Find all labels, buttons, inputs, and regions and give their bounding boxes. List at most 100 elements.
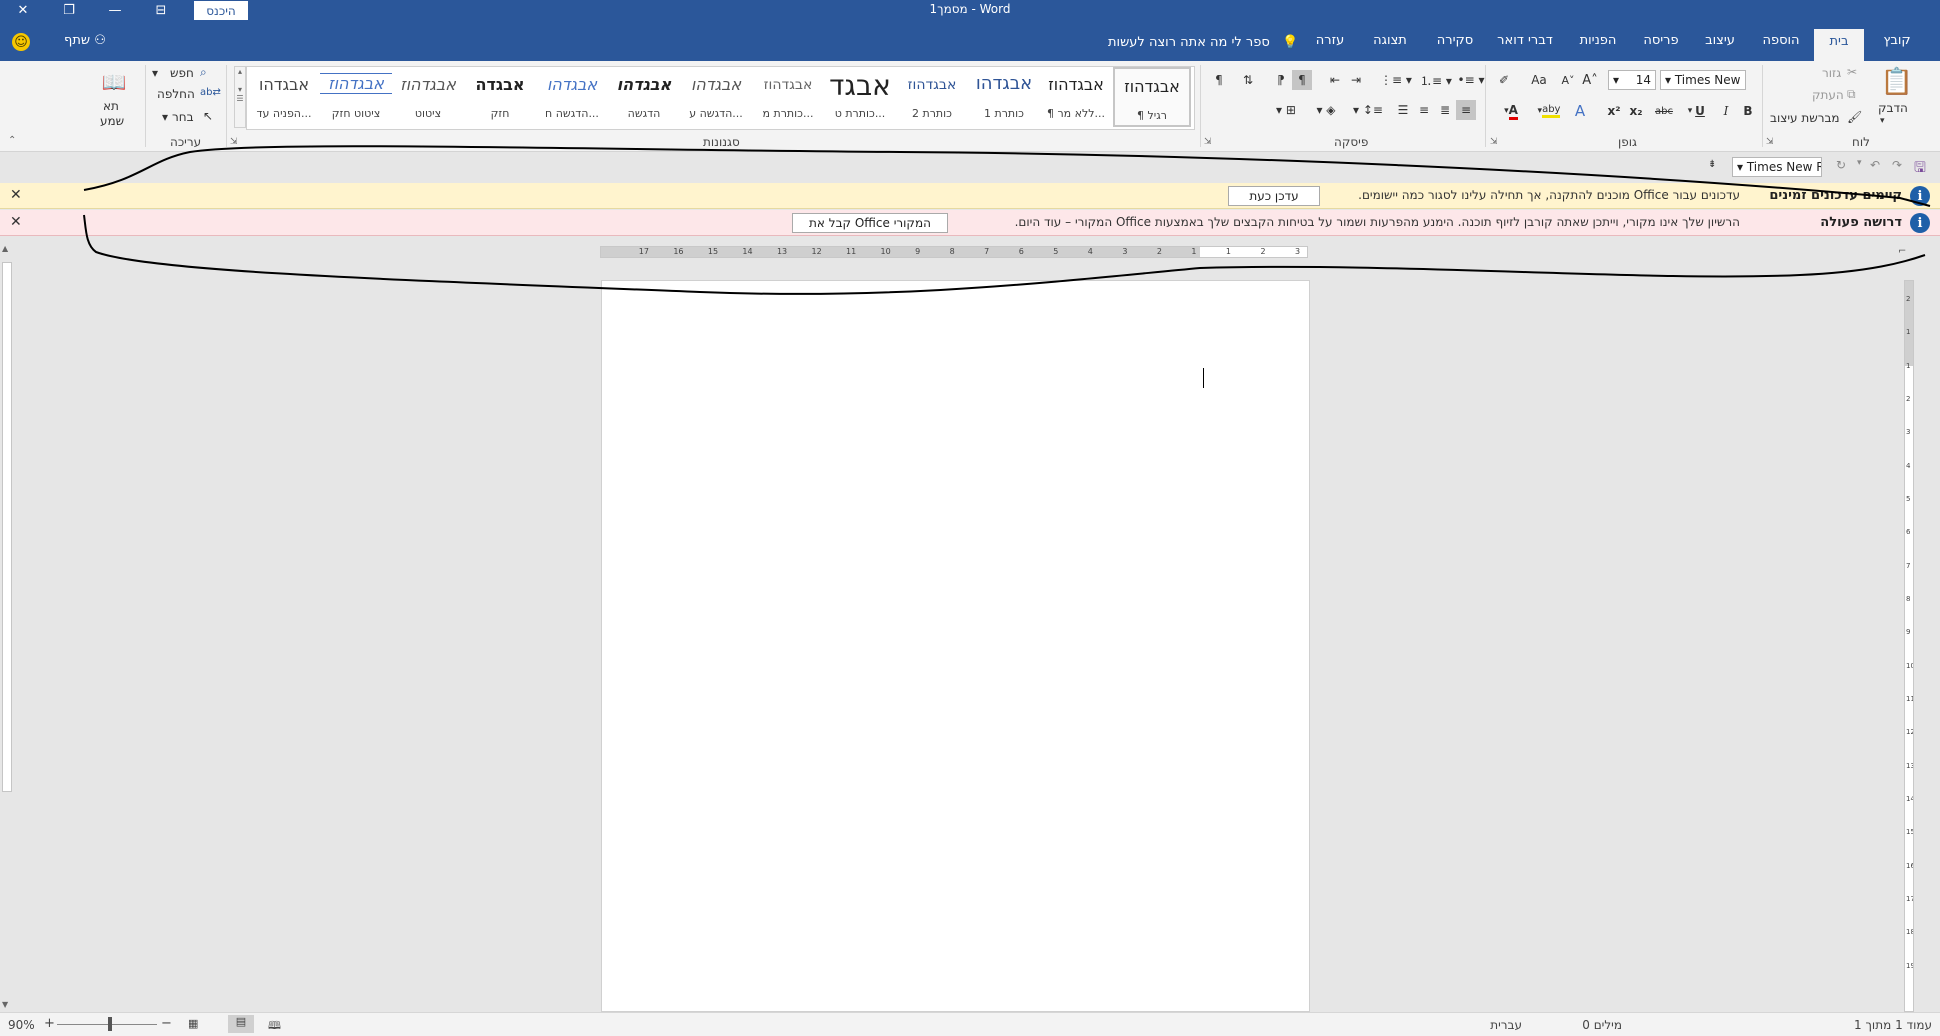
tab-home[interactable]: בית (1814, 29, 1864, 61)
style-intense-emphasis[interactable]: אבגדהו הדגשה ח... (536, 67, 608, 127)
qat-font-dropdown-icon[interactable]: ▾ (1737, 160, 1747, 174)
close-icon[interactable]: ✕ (10, 187, 22, 203)
vertical-scrollbar-left[interactable]: ▲ ▼ (0, 242, 16, 1012)
print-layout-icon[interactable]: ▤ (228, 1015, 254, 1033)
replace-button[interactable]: החלפה (157, 87, 195, 101)
scroll-up-icon[interactable]: ▲ (2, 244, 8, 253)
font-size-dropdown-icon[interactable]: ▾ (1613, 73, 1619, 87)
zoom-level[interactable]: 90% (8, 1018, 35, 1032)
redo-icon[interactable]: ↷ (1892, 158, 1902, 172)
rtl-direction-icon[interactable]: ¶ (1292, 70, 1312, 90)
text-effects-button[interactable]: A (1570, 101, 1590, 121)
ltr-direction-icon[interactable]: ⁋ (1271, 70, 1291, 90)
align-left-icon[interactable]: ≡ (1414, 100, 1434, 120)
justify-icon[interactable]: ☰ (1393, 100, 1413, 120)
change-case-button[interactable]: Aa (1524, 70, 1554, 90)
style-normal[interactable]: אבגדהוז ¶ רגיל (1113, 67, 1191, 127)
font-name-dropdown-icon[interactable]: ▾ (1665, 73, 1675, 87)
shrink-font-button[interactable]: A˅ (1558, 70, 1578, 90)
subscript-button[interactable]: x₂ (1626, 101, 1646, 121)
web-layout-icon[interactable]: ▦ (188, 1017, 198, 1030)
feedback-smiley-icon[interactable]: ☺ (12, 33, 30, 51)
sort-icon[interactable]: ⇅ (1238, 70, 1258, 90)
tab-help[interactable]: עזרה (1308, 33, 1352, 61)
font-name-combo[interactable]: ▾ Times New R (1660, 70, 1746, 90)
undo-icon[interactable]: ↶ (1870, 158, 1880, 172)
paste-icon[interactable]: 📋 (1880, 65, 1914, 99)
italic-button[interactable]: I (1716, 101, 1736, 121)
grow-font-button[interactable]: A˄ (1580, 70, 1600, 90)
styles-gallery-scroll[interactable]: ▴ ▾ ☰ (234, 66, 246, 128)
get-genuine-office-button[interactable]: קבל את Office המקורי (792, 213, 948, 233)
paragraph-launcher-icon[interactable]: ⇲ (1204, 137, 1212, 147)
style-no-spacing[interactable]: אבגדהוז ¶ ללא מר... (1040, 67, 1112, 127)
font-size-combo[interactable]: ▾ 14 (1608, 70, 1656, 90)
select-button[interactable]: בחר (172, 110, 194, 124)
vertical-ruler[interactable]: 2112345678910111213141516171819 (1904, 280, 1914, 1012)
style-quote[interactable]: אבגדהוז ציטוט (392, 67, 464, 127)
tab-design[interactable]: עיצוב (1696, 33, 1744, 61)
find-button[interactable]: חפש (170, 66, 194, 80)
document-page[interactable] (601, 280, 1310, 1012)
clear-formatting-icon[interactable]: ✐ (1494, 70, 1514, 90)
tab-file[interactable]: קובץ (1872, 33, 1922, 61)
style-subtle-emphasis[interactable]: אבגדהו הדגשה ע... (680, 67, 752, 127)
zoom-slider-thumb[interactable] (108, 1017, 112, 1031)
borders-icon[interactable]: ▾ ⊞ (1268, 100, 1304, 120)
superscript-button[interactable]: x² (1604, 101, 1624, 121)
shading-icon[interactable]: ▾ ◈ (1308, 100, 1344, 120)
read-mode-icon[interactable]: 🕮 (268, 1017, 281, 1036)
multilevel-list-icon[interactable]: ⋮≡ ▾ (1378, 70, 1414, 90)
zoom-in-button[interactable]: + (44, 1016, 55, 1031)
collapse-ribbon-icon[interactable]: ⌃ (8, 135, 16, 146)
style-subtle-reference[interactable]: אבגדהו הפניה עד... (248, 67, 320, 127)
scrollbar-thumb[interactable] (2, 262, 12, 792)
bold-button[interactable]: B (1738, 101, 1758, 121)
tab-view[interactable]: תצוגה (1366, 33, 1414, 61)
tab-references[interactable]: הפניות (1572, 33, 1624, 61)
qat-customize-icon[interactable]: ⇟ (1708, 159, 1716, 170)
tab-mailings[interactable]: דברי דואר (1492, 33, 1558, 61)
style-heading-2[interactable]: אבגדהוז כותרת 2 (896, 67, 968, 127)
decrease-indent-icon[interactable]: ⇤ (1325, 70, 1345, 90)
style-emphasis[interactable]: אבגדהו הדגשה (608, 67, 680, 127)
horizontal-ruler[interactable]: 3 2 1 1 2 3 4 5 6 7 8 9 10 11 12 13 14 15 16 17 (600, 246, 1308, 258)
paste-dropdown-icon[interactable]: ▾ (1880, 116, 1885, 126)
line-spacing-icon[interactable]: ▾ ↕≡ (1350, 100, 1386, 120)
style-intense-quote[interactable]: אבגדהוז ציטוט חזק (320, 67, 392, 127)
style-strong[interactable]: אבגדה חזק (464, 67, 536, 127)
bullets-icon[interactable]: •≡ ▾ (1456, 70, 1486, 90)
paste-button[interactable]: הדבק (1878, 101, 1908, 115)
tab-selector-icon[interactable]: ⌐ (1898, 246, 1906, 257)
tab-review[interactable]: סקירה (1428, 33, 1482, 61)
find-dropdown-icon[interactable]: ▾ (152, 66, 158, 80)
save-icon[interactable]: 🖫 (1914, 157, 1926, 181)
word-count[interactable]: 0 מילים (1582, 1018, 1622, 1032)
numbering-icon[interactable]: ⒈≡ ▾ (1418, 70, 1454, 90)
zoom-slider-track[interactable] (57, 1024, 157, 1025)
repeat-icon[interactable]: ↻ (1836, 158, 1846, 172)
language-indicator[interactable]: עברית (1490, 1018, 1522, 1032)
font-launcher-icon[interactable]: ⇲ (1490, 137, 1498, 147)
tab-insert[interactable]: הוספה (1752, 33, 1810, 61)
cut-button[interactable]: גזור (1822, 66, 1841, 80)
style-heading-1[interactable]: אבגדהו כותרת 1 (968, 67, 1040, 127)
increase-indent-icon[interactable]: ⇥ (1346, 70, 1366, 90)
show-marks-button[interactable]: ¶ (1209, 70, 1229, 90)
style-title[interactable]: אבגד כותרת ט... (824, 67, 896, 127)
copy-button[interactable]: העתק (1812, 88, 1844, 102)
tell-me-box[interactable]: ספר לי מה אתה רוצה לעשות 💡 (1108, 35, 1298, 50)
undo-dropdown-icon[interactable]: ▾ (1857, 158, 1862, 168)
style-subtitle[interactable]: אבגדהוז כותרת מ... (752, 67, 824, 127)
align-right-icon[interactable]: ≡ (1456, 100, 1476, 120)
align-center-icon[interactable]: ≣ (1435, 100, 1455, 120)
read-aloud-icon[interactable]: 📖 (100, 70, 128, 94)
update-now-button[interactable]: עדכן כעת (1228, 186, 1320, 206)
format-painter-button[interactable]: מברשת עיצוב (1770, 111, 1840, 125)
scroll-down-icon[interactable]: ▼ (2, 1000, 8, 1009)
font-color-button[interactable]: ▾ A (1494, 101, 1528, 121)
share-button[interactable]: שתף ⚇ (64, 33, 106, 48)
close-icon[interactable]: ✕ (10, 214, 22, 230)
tab-layout[interactable]: פריסה (1636, 33, 1686, 61)
page-count[interactable]: עמוד 1 מתוך 1 (1854, 1018, 1932, 1032)
